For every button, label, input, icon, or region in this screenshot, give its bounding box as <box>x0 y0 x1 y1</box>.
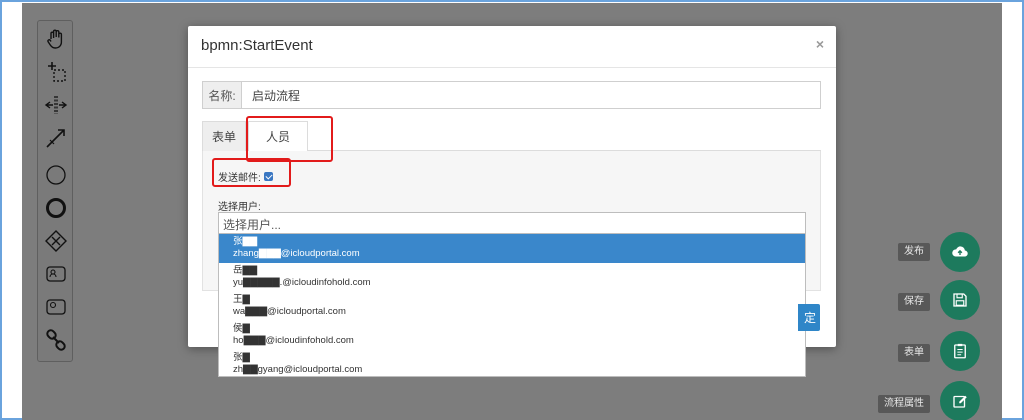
confirm-button[interactable]: 定 <box>798 304 820 331</box>
user-option[interactable]: 侯▇ ho▇▇▇@icloudinfohold.com <box>219 321 805 350</box>
cloud-upload-icon <box>952 246 968 257</box>
user-option-email: zhang▇▇▇@icloudportal.com <box>233 248 360 259</box>
user-option[interactable]: 王▇ wa▇▇▇@icloudportal.com <box>219 292 805 321</box>
annotation-box-people-tab <box>246 116 333 162</box>
user-option-name: 岳▇▇ <box>233 265 258 276</box>
start-event-icon[interactable] <box>42 161 70 189</box>
connect-tool-icon[interactable] <box>42 124 70 152</box>
user-task-icon[interactable] <box>42 260 70 288</box>
user-dropdown: 张▇▇ zhang▇▇▇@icloudportal.com 岳▇▇ yu▇▇▇▇… <box>218 234 806 377</box>
form-label: 表单 <box>898 344 930 362</box>
hand-tool-icon[interactable] <box>42 25 70 53</box>
user-option-email: yu▇▇▇▇▇.@icloudinfohold.com <box>233 277 371 288</box>
name-label: 名称: <box>203 82 242 108</box>
tab-form[interactable]: 表单 <box>202 121 246 151</box>
user-option[interactable]: 张▇▇ zhang▇▇▇@icloudportal.com <box>219 234 805 263</box>
link-icon[interactable] <box>42 326 70 354</box>
save-button[interactable] <box>940 280 980 320</box>
user-option-email: ho▇▇▇@icloudinfohold.com <box>233 335 354 346</box>
lasso-tool-icon[interactable] <box>42 58 70 86</box>
edit-icon <box>953 395 967 408</box>
user-option[interactable]: 岳▇▇ yu▇▇▇▇▇.@icloudinfohold.com <box>219 263 805 292</box>
clipboard-icon <box>954 343 966 359</box>
select-user-input[interactable]: 选择用户... <box>218 212 806 234</box>
service-task-icon[interactable] <box>42 293 70 321</box>
publish-button[interactable] <box>940 232 980 272</box>
space-tool-icon[interactable] <box>42 91 70 119</box>
user-option-email: zh▇▇gyang@icloudportal.com <box>233 364 363 375</box>
name-input[interactable] <box>242 82 820 108</box>
dialog-title: bpmn:StartEvent <box>201 37 313 54</box>
annotation-box-send-email <box>212 158 291 187</box>
end-event-icon[interactable] <box>42 194 70 222</box>
process-properties-label: 流程属性 <box>878 395 930 413</box>
publish-label: 发布 <box>898 243 930 261</box>
gateway-icon[interactable] <box>42 227 70 255</box>
user-option-name: 张▇▇ <box>233 236 258 247</box>
dialog-header: bpmn:StartEvent × <box>188 26 836 68</box>
user-option[interactable]: 张▇ zh▇▇gyang@icloudportal.com <box>219 350 805 376</box>
user-option-name: 王▇ <box>233 294 250 305</box>
form-button[interactable] <box>940 331 980 371</box>
user-option-name: 侯▇ <box>233 323 250 334</box>
process-properties-button[interactable] <box>940 381 980 420</box>
close-icon[interactable]: × <box>816 36 824 52</box>
user-option-email: wa▇▇▇@icloudportal.com <box>233 306 346 317</box>
save-icon <box>953 293 967 307</box>
select-user-label: 选择用户: <box>218 202 261 213</box>
tool-palette <box>37 20 73 362</box>
name-field: 名称: <box>202 81 821 109</box>
save-label: 保存 <box>898 293 930 311</box>
user-option-name: 张▇ <box>233 352 250 363</box>
